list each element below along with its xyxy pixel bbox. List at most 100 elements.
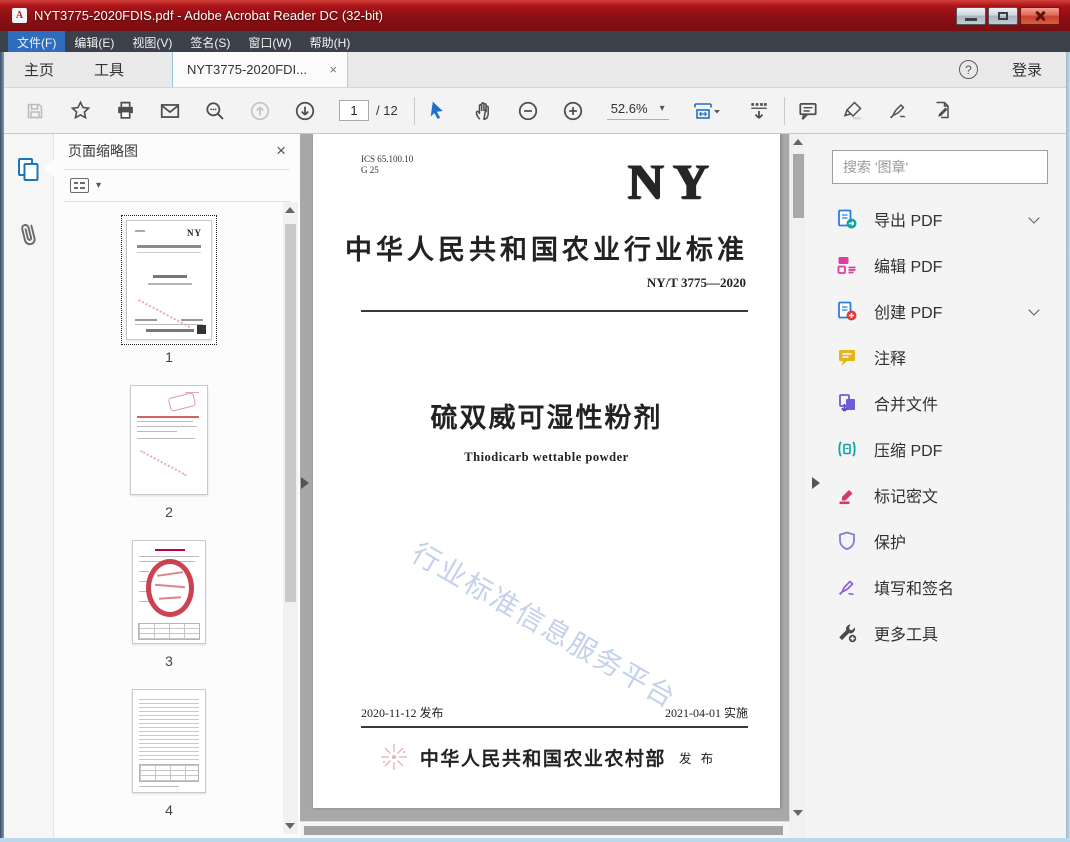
scroll-down-icon[interactable]: [285, 823, 295, 830]
collapse-left-panel-arrow[interactable]: [301, 477, 309, 489]
tool-redact[interactable]: 标记密文: [806, 472, 1066, 518]
combine-files-icon: [839, 394, 855, 412]
search-button[interactable]: [204, 100, 226, 122]
chevron-down-icon[interactable]: [1028, 212, 1040, 224]
thumbnail-page-3[interactable]: 3: [132, 540, 206, 669]
chevron-down-icon[interactable]: [1028, 304, 1040, 316]
zoom-out-button[interactable]: [517, 100, 539, 122]
tab-tools[interactable]: 工具: [74, 52, 144, 87]
comment-tool-icon: [839, 350, 855, 366]
tool-comment[interactable]: 注释: [806, 334, 1066, 380]
tool-combine-files[interactable]: 合并文件: [806, 380, 1066, 426]
scrollbar-thumb[interactable]: [793, 154, 804, 218]
minimize-icon: [965, 18, 977, 21]
window-title: NYT3775-2020FDIS.pdf - Adobe Acrobat Rea…: [34, 8, 384, 23]
thumbnail-preview: [132, 689, 206, 794]
acrobat-window: A NYT3775-2020FDIS.pdf - Adobe Acrobat R…: [0, 0, 1070, 842]
email-icon: [160, 103, 180, 118]
thumbnail-preview: NY: [121, 215, 217, 346]
document-area: ICS 65.100.10 G 25 NY 中华人民共和国农业行业标准 NY/T…: [300, 134, 806, 838]
search-icon: [206, 101, 224, 120]
ministry-emblem-icon: [380, 744, 407, 770]
previous-page-button[interactable]: [249, 100, 271, 122]
scrollbar-thumb[interactable]: [304, 826, 783, 835]
panel-close-icon[interactable]: ×: [276, 141, 286, 161]
document-horizontal-scrollbar[interactable]: [300, 821, 789, 838]
panel-title: 页面缩略图: [68, 143, 138, 160]
menu-sign[interactable]: 签名(S): [181, 31, 239, 52]
reading-mode-button[interactable]: [748, 100, 770, 122]
hand-tool-button[interactable]: [472, 100, 494, 122]
thumbnail-page-1[interactable]: NY 1: [121, 215, 217, 365]
tab-home[interactable]: 主页: [4, 52, 74, 87]
pdf-page[interactable]: ICS 65.100.10 G 25 NY 中华人民共和国农业行业标准 NY/T…: [313, 134, 780, 808]
implement-date: 2021-04-01 实施: [665, 706, 748, 720]
navigation-pane-strip: [4, 134, 62, 838]
thumbnail-scrollbar[interactable]: [283, 202, 298, 835]
page-thumbnails-panel: 页面缩略图 × ▾ NY 1 2 3 4: [54, 134, 300, 838]
comment-button[interactable]: [797, 100, 819, 122]
watermark-text: 行业标准信息服务平台: [406, 538, 682, 715]
page-number-input[interactable]: [339, 100, 369, 121]
next-page-button[interactable]: [294, 100, 316, 122]
fill-sign-toolbar-button[interactable]: [887, 100, 909, 122]
email-button[interactable]: [159, 100, 181, 122]
menu-file[interactable]: 文件(F): [8, 31, 66, 52]
tab-document[interactable]: NYT3775-2020FDI... ×: [172, 52, 349, 87]
page-fit-dropdown[interactable]: [691, 100, 725, 122]
tool-edit-pdf[interactable]: 编辑 PDF: [806, 242, 1066, 288]
highlight-button[interactable]: [842, 100, 864, 122]
tool-export-pdf[interactable]: 导出 PDF: [806, 196, 1066, 242]
star-button[interactable]: [69, 100, 91, 122]
close-button[interactable]: [1020, 7, 1060, 25]
tool-create-pdf[interactable]: 创建 PDF: [806, 288, 1066, 334]
options-caret-icon: ▾: [96, 179, 102, 191]
edit-pdf-icon: [837, 257, 856, 274]
toolbar-separator: [783, 96, 785, 125]
thumbnail-options-button[interactable]: ▾: [54, 170, 300, 201]
menu-help[interactable]: 帮助(H): [301, 31, 360, 52]
scroll-up-icon[interactable]: [793, 139, 803, 145]
tool-fill-sign[interactable]: 填写和签名: [806, 564, 1066, 610]
scroll-up-icon[interactable]: [285, 207, 295, 214]
maximize-button[interactable]: [988, 7, 1018, 25]
zoom-level-dropdown[interactable]: 52.6% ▾: [606, 101, 669, 120]
create-pdf-icon: [838, 301, 857, 321]
save-button[interactable]: [24, 100, 46, 122]
minimize-button[interactable]: [956, 7, 986, 25]
fountain-pen-icon: [889, 104, 906, 119]
thumbnail-preview: [130, 385, 208, 496]
thumbnail-page-4[interactable]: 4: [132, 689, 206, 818]
tools-search-input[interactable]: [833, 151, 1047, 183]
thumbnail-page-2[interactable]: 2: [130, 385, 208, 520]
menu-view[interactable]: 视图(V): [123, 31, 181, 52]
fill-sign-icon: [839, 580, 855, 595]
page-thumbnails-icon: [18, 158, 39, 181]
arrow-up-circle-icon: [250, 101, 270, 120]
issuer-row: 中华人民共和国农业农村部 发 布: [313, 740, 780, 774]
help-icon[interactable]: ?: [958, 60, 978, 79]
select-tool-button[interactable]: [427, 100, 449, 122]
login-button[interactable]: 登录: [1012, 59, 1042, 80]
fit-width-icon: [693, 102, 720, 119]
scrollbar-thumb[interactable]: [285, 224, 296, 603]
stamp-button[interactable]: [932, 100, 954, 122]
scrollbar-corner: [789, 821, 806, 838]
attachments-pane-button[interactable]: [17, 220, 41, 253]
zoom-in-button[interactable]: [562, 100, 584, 122]
menu-window[interactable]: 窗口(W): [239, 31, 300, 52]
zoom-caret-icon: ▾: [659, 103, 665, 114]
tools-search-box: [832, 150, 1048, 184]
thumbnail-preview: [132, 540, 206, 645]
tool-protect[interactable]: 保护: [806, 518, 1066, 564]
page-thumbnails-pane-button[interactable]: [15, 156, 42, 188]
document-title-en: Thiodicarb wettable powder: [464, 450, 629, 464]
scroll-down-icon[interactable]: [793, 810, 803, 816]
print-button[interactable]: [114, 100, 136, 122]
tool-compress-pdf[interactable]: 压缩 PDF: [806, 426, 1066, 472]
window-border: [0, 52, 4, 842]
tool-more-tools[interactable]: 更多工具: [806, 610, 1066, 656]
menu-edit[interactable]: 编辑(E): [65, 31, 123, 52]
document-vertical-scrollbar[interactable]: [789, 134, 806, 821]
tab-close-icon[interactable]: ×: [329, 62, 337, 77]
